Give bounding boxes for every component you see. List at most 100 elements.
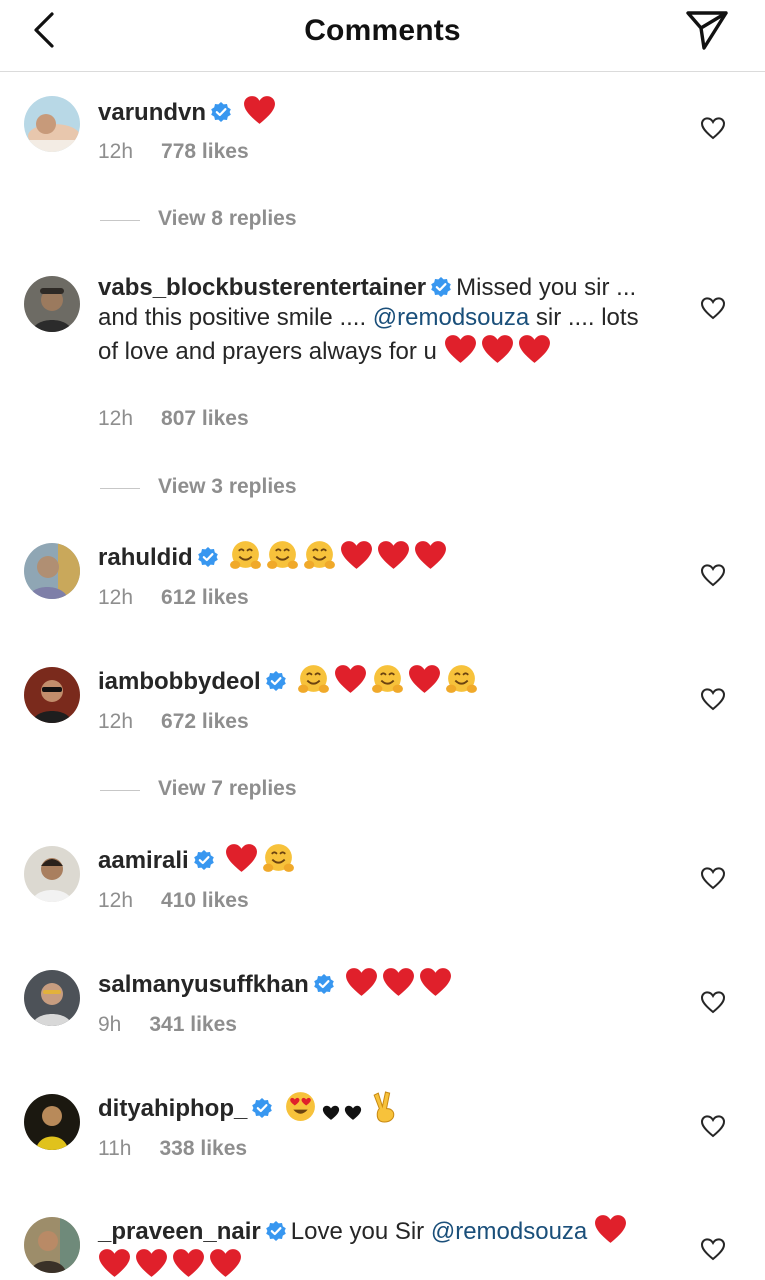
comment-time: 12h bbox=[98, 140, 134, 163]
hugging-face-emoji bbox=[371, 663, 404, 696]
heart-outline-icon[interactable] bbox=[700, 687, 726, 711]
avatar[interactable] bbox=[24, 667, 80, 723]
comment-body: rahuldid bbox=[98, 539, 658, 573]
replies-divider bbox=[100, 488, 140, 489]
comment-body: varundvn bbox=[98, 94, 658, 128]
red-heart-emoji bbox=[594, 1213, 627, 1246]
avatar[interactable] bbox=[24, 1217, 80, 1273]
comment-likes[interactable]: 672 likes bbox=[161, 710, 249, 733]
verified-badge-icon bbox=[265, 670, 287, 692]
red-heart-emoji bbox=[382, 966, 415, 999]
verified-badge-icon bbox=[430, 276, 452, 298]
heart-outline-icon[interactable] bbox=[700, 116, 726, 140]
heart-outline-icon[interactable] bbox=[700, 866, 726, 890]
verified-badge-icon bbox=[251, 1097, 273, 1119]
comment-body: vabs_blockbusterentertainer Missed you si… bbox=[98, 273, 658, 367]
comment-meta: 12h 672 likes bbox=[98, 710, 249, 734]
red-heart-emoji bbox=[419, 966, 452, 999]
avatar[interactable] bbox=[24, 276, 80, 332]
comment-likes[interactable]: 612 likes bbox=[161, 586, 249, 609]
comment-body: _praveen_nair Love you Sir @remodsouza bbox=[98, 1213, 658, 1280]
comment-likes[interactable]: 341 likes bbox=[149, 1013, 237, 1036]
comment-meta: 12h 410 likes bbox=[98, 889, 249, 913]
red-heart-emoji bbox=[209, 1247, 242, 1280]
red-heart-emoji bbox=[518, 333, 551, 366]
replies-divider bbox=[100, 790, 140, 791]
comment-mention[interactable]: @remodsouza bbox=[373, 304, 529, 331]
verified-badge-icon bbox=[265, 1220, 287, 1242]
avatar[interactable] bbox=[24, 970, 80, 1026]
comment-username[interactable]: _praveen_nair bbox=[98, 1218, 261, 1245]
red-heart-emoji bbox=[408, 663, 441, 696]
page-title: Comments bbox=[304, 14, 461, 47]
heart-outline-icon[interactable] bbox=[700, 1114, 726, 1138]
comment-meta: 12h 807 likes bbox=[98, 407, 249, 431]
hugging-face-emoji bbox=[229, 539, 262, 572]
red-heart-emoji bbox=[340, 539, 373, 572]
red-heart-emoji bbox=[243, 94, 276, 127]
comment-time: 12h bbox=[98, 407, 134, 430]
heart-outline-icon[interactable] bbox=[700, 1237, 726, 1261]
hugging-face-emoji bbox=[297, 663, 330, 696]
red-heart-emoji bbox=[414, 539, 447, 572]
comment-likes[interactable]: 410 likes bbox=[161, 889, 249, 912]
red-heart-emoji bbox=[444, 333, 477, 366]
comment-body: dityahiphop_ bbox=[98, 1090, 658, 1134]
hugging-face-emoji bbox=[262, 842, 295, 875]
hugging-face-emoji bbox=[445, 663, 478, 696]
verified-badge-icon bbox=[193, 849, 215, 871]
victory-hand-emoji bbox=[369, 1090, 402, 1123]
avatar[interactable] bbox=[24, 96, 80, 152]
avatar[interactable] bbox=[24, 846, 80, 902]
hugging-face-emoji bbox=[303, 539, 336, 572]
comment-body: iambobbydeol bbox=[98, 663, 658, 697]
black-heart-emoji bbox=[321, 1101, 341, 1134]
red-heart-emoji bbox=[225, 842, 258, 875]
comment-username[interactable]: iambobbydeol bbox=[98, 668, 261, 695]
red-heart-emoji bbox=[334, 663, 367, 696]
verified-badge-icon bbox=[210, 101, 232, 123]
comment-username[interactable]: rahuldid bbox=[98, 544, 193, 571]
view-replies-label: View 3 replies bbox=[158, 475, 297, 498]
comment-text: Love you Sir bbox=[290, 1218, 431, 1245]
comment-time: 11h bbox=[98, 1137, 132, 1160]
comment-username[interactable]: vabs_blockbusterentertainer bbox=[98, 274, 426, 301]
hugging-face-emoji bbox=[266, 539, 299, 572]
red-heart-emoji bbox=[98, 1247, 131, 1280]
comment-username[interactable]: aamirali bbox=[98, 847, 189, 874]
comment-meta: 9h 341 likes bbox=[98, 1013, 237, 1037]
comment-meta: 12h 612 likes bbox=[98, 586, 249, 610]
view-replies-label: View 7 replies bbox=[158, 777, 297, 800]
red-heart-emoji bbox=[377, 539, 410, 572]
red-heart-emoji bbox=[481, 333, 514, 366]
replies-divider bbox=[100, 220, 140, 221]
heart-outline-icon[interactable] bbox=[700, 990, 726, 1014]
heart-outline-icon[interactable] bbox=[700, 296, 726, 320]
comment-username[interactable]: dityahiphop_ bbox=[98, 1095, 247, 1122]
comment-username[interactable]: salmanyusuffkhan bbox=[98, 971, 309, 998]
comment-time: 9h bbox=[98, 1013, 122, 1036]
red-heart-emoji bbox=[345, 966, 378, 999]
paper-plane-icon[interactable] bbox=[682, 8, 730, 52]
comment-mention[interactable]: @remodsouza bbox=[431, 1218, 587, 1245]
comment-likes[interactable]: 807 likes bbox=[161, 407, 249, 430]
comment-meta: 12h 778 likes bbox=[98, 140, 249, 164]
comment-time: 12h bbox=[98, 710, 134, 733]
comment-likes[interactable]: 778 likes bbox=[161, 140, 249, 163]
heart-eyes-emoji bbox=[284, 1090, 317, 1123]
verified-badge-icon bbox=[313, 973, 335, 995]
comment-body: aamirali bbox=[98, 842, 658, 876]
comment-time: 12h bbox=[98, 586, 134, 609]
comment-likes[interactable]: 338 likes bbox=[159, 1137, 247, 1160]
avatar[interactable] bbox=[24, 543, 80, 599]
avatar[interactable] bbox=[24, 1094, 80, 1150]
comment-time: 12h bbox=[98, 889, 134, 912]
view-replies-label: View 8 replies bbox=[158, 207, 297, 230]
black-heart-emoji bbox=[343, 1101, 363, 1134]
heart-outline-icon[interactable] bbox=[700, 563, 726, 587]
red-heart-emoji bbox=[172, 1247, 205, 1280]
comment-body: salmanyusuffkhan bbox=[98, 966, 658, 1000]
comment-meta: 11h 338 likes bbox=[98, 1137, 247, 1161]
comment-username[interactable]: varundvn bbox=[98, 99, 206, 126]
header-bar: Comments bbox=[0, 0, 765, 72]
